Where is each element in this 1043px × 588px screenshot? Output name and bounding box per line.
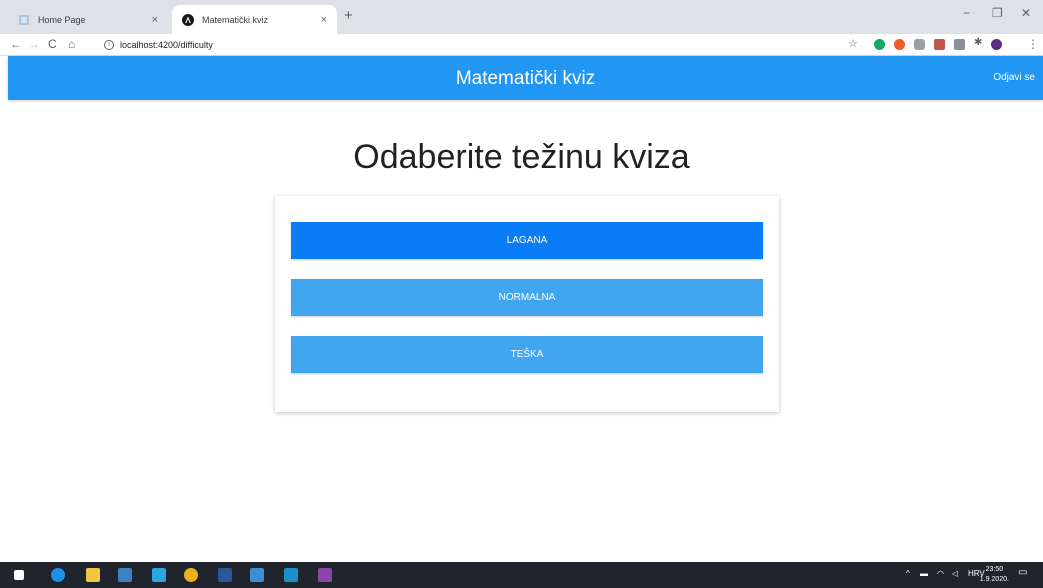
difficulty-card: LAGANA NORMALNA TEŠKA <box>275 196 779 412</box>
windows-taskbar: ^ ▬ ◠ ◁ HRV 23:50 1.9.2020. ▭ <box>0 562 1043 588</box>
clock-time: 23:50 <box>985 566 1004 573</box>
app-icon[interactable] <box>284 568 298 582</box>
tab-title: Matematički kviz <box>202 14 269 25</box>
browser-tabstrip: Home Page × Matematički kviz × + − ❐ ✕ <box>0 0 1043 34</box>
grammarly-extension-icon[interactable] <box>874 39 885 50</box>
mail-icon[interactable] <box>152 568 166 582</box>
notifications-icon[interactable]: ▭ <box>1018 567 1027 578</box>
extension-icon[interactable] <box>934 39 945 50</box>
extension-icon[interactable] <box>914 39 925 50</box>
app-header: Matematički kviz Odjavi se <box>8 56 1043 100</box>
page-favicon-icon <box>18 14 30 26</box>
close-tab-icon[interactable]: × <box>152 14 158 26</box>
reload-icon[interactable]: C <box>48 37 57 51</box>
vscode-icon[interactable] <box>250 568 264 582</box>
difficulty-normal-button[interactable]: NORMALNA <box>291 279 763 316</box>
address-bar[interactable]: i localhost:4200/difficulty <box>104 36 213 53</box>
word-icon[interactable] <box>218 568 232 582</box>
angular-icon <box>182 13 194 26</box>
tab-home-page[interactable]: Home Page × <box>8 5 168 34</box>
visual-studio-icon[interactable] <box>318 568 332 582</box>
maximize-button[interactable]: ❐ <box>992 6 1003 20</box>
url-text: localhost:4200/difficulty <box>120 39 213 50</box>
forward-arrow-icon[interactable]: → <box>28 37 40 51</box>
minimize-button[interactable]: − <box>963 6 970 20</box>
store-icon[interactable] <box>118 568 132 582</box>
bookmark-star-icon[interactable]: ☆ <box>848 37 858 50</box>
home-icon[interactable]: ⌂ <box>68 37 75 51</box>
file-explorer-icon[interactable] <box>86 568 100 582</box>
difficulty-easy-button[interactable]: LAGANA <box>291 222 763 259</box>
profile-avatar[interactable] <box>991 39 1002 50</box>
app-title: Matematički kviz <box>455 68 596 89</box>
taskbar-clock[interactable]: 23:50 1.9.2020. <box>980 565 1009 585</box>
battery-icon[interactable]: ▬ <box>920 569 928 578</box>
back-arrow-icon[interactable]: ← <box>10 37 22 51</box>
browser-toolbar: ← → C ⌂ i localhost:4200/difficulty ☆ ✱ … <box>0 34 1043 56</box>
menu-kebab-icon[interactable]: ⋮ <box>1027 37 1039 51</box>
tray-chevron-icon[interactable]: ^ <box>906 569 910 578</box>
windows-start-icon[interactable] <box>14 570 24 580</box>
extension-icon[interactable] <box>894 39 905 50</box>
volume-icon[interactable]: ◁ <box>952 569 958 578</box>
close-window-button[interactable]: ✕ <box>1021 6 1031 20</box>
tab-title: Home Page <box>38 14 86 25</box>
chrome-icon[interactable] <box>184 568 198 582</box>
extension-icon[interactable] <box>954 39 965 50</box>
new-tab-button[interactable]: + <box>344 7 353 24</box>
clock-date: 1.9.2020. <box>979 576 1009 583</box>
edge-icon[interactable] <box>51 568 65 582</box>
site-info-icon[interactable]: i <box>104 39 114 50</box>
logout-link[interactable]: Odjavi se <box>993 72 1035 83</box>
extensions-puzzle-icon[interactable]: ✱ <box>974 37 982 48</box>
page-heading: Odaberite težinu kviza <box>353 138 690 176</box>
close-tab-icon[interactable]: × <box>321 14 327 26</box>
tab-matematicki-kviz[interactable]: Matematički kviz × <box>172 5 337 34</box>
wifi-icon[interactable]: ◠ <box>937 569 944 578</box>
difficulty-hard-button[interactable]: TEŠKA <box>291 336 763 373</box>
